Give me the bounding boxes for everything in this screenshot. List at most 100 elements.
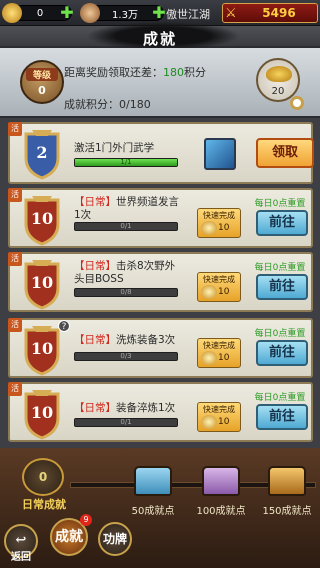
ingot-value: 0 (36, 7, 44, 19)
task-progress-bar: 1/1 (74, 158, 178, 167)
task-description: 洗炼装备3次 (116, 334, 176, 346)
progress-text: 0/1 (120, 222, 132, 230)
ingot-resource: 0 ✚ (2, 3, 75, 23)
task-text: 激活1门外门武学 (74, 142, 155, 154)
daily-achievement-badge[interactable]: 0 (22, 458, 64, 496)
task-progress-bar: 0/1 (74, 222, 178, 231)
chest-icon-150[interactable] (268, 466, 306, 496)
reset-note: 每日0点重置 (254, 263, 306, 273)
add-ingot-button[interactable]: ✚ (59, 5, 75, 21)
reward-count: 20 (271, 86, 285, 97)
progress-text: 0/8 (120, 288, 132, 296)
task-text: 【日常】洗炼装备3次 (74, 334, 184, 347)
task-text: 【日常】装备淬炼1次 (74, 402, 184, 415)
merit-tab-button[interactable]: 功牌 (98, 522, 132, 556)
next-reward-points: 180 (163, 66, 184, 79)
task-card: 活 10 ? 【日常】洗炼装备3次 0/3 快速完成 10 每日0点重置 前往 (8, 318, 313, 378)
magnifier-icon[interactable] (290, 96, 304, 110)
copper-resource: 1.3万 ✚ (80, 3, 167, 23)
rank-shield-icon: 10 (18, 388, 66, 440)
task-text: 【日常】世界频道发言1次 (74, 196, 184, 222)
rank-number: 10 (30, 209, 54, 228)
rank-label: 等级 (26, 68, 58, 81)
notification-badge: 9 (80, 514, 92, 526)
reset-note: 每日0点重置 (254, 329, 306, 339)
claim-button[interactable]: 领取 (256, 138, 314, 168)
rank-number: 10 (30, 339, 54, 358)
quick-complete-label: 快速完成 (203, 341, 235, 350)
progress-text: 0/3 (120, 352, 132, 360)
gold-ingot-icon (2, 3, 22, 23)
gold-ingot-icon (201, 415, 217, 429)
go-button[interactable]: 前往 (256, 210, 308, 236)
next-reward-text: 距离奖励领取还差：180积分 (64, 64, 206, 80)
martial-art-item-icon[interactable] (204, 138, 236, 170)
task-tag: 【日常】 (74, 260, 116, 272)
back-label: 返回 (11, 552, 31, 563)
daily-achievement-label: 日常成就 (22, 498, 66, 511)
next-reward-prefix: 距离奖励领取还差： (64, 66, 163, 79)
copper-value: 1.3万 (112, 9, 138, 21)
gold-ingot-icon (201, 351, 217, 365)
rank-number: 10 (30, 273, 54, 292)
task-card: 活 10 【日常】装备淬炼1次 0/1 快速完成 10 每日0点重置 前往 (8, 382, 313, 442)
rank-shield-icon: 10 (18, 194, 66, 246)
chest-label-150: 150成就点 (262, 506, 312, 517)
quick-complete-button[interactable]: 快速完成 10 (197, 272, 241, 302)
quick-complete-button[interactable]: 快速完成 10 (197, 402, 241, 432)
rank-value: 0 (38, 84, 46, 97)
task-card: 活 10 【日常】世界频道发言1次 0/1 快速完成 10 每日0点重置 前往 (8, 188, 313, 248)
combat-power[interactable]: ⚔ 5496 (222, 3, 318, 23)
task-progress-bar: 0/1 (74, 418, 178, 427)
rank-shield-icon: 10 (18, 258, 66, 310)
quick-complete-cost: 10 (218, 353, 230, 363)
server-name: 傲世江湖 (166, 8, 210, 21)
progress-text: 1/1 (120, 158, 132, 166)
task-tag: 【日常】 (74, 334, 116, 346)
task-card: 活 10 【日常】击杀8次野外头目BOSS 0/8 快速完成 10 每日0点重置… (8, 252, 313, 312)
page-title: 成就 (142, 30, 177, 48)
quick-complete-label: 快速完成 (203, 211, 235, 220)
chest-icon-100[interactable] (202, 466, 240, 496)
task-card: 活 2 激活1门外门武学 1/1 领取 (8, 122, 314, 184)
achievement-score: 成就积分：0/180 (64, 98, 151, 111)
gold-ingot-icon (266, 66, 292, 82)
chest-icon-50[interactable] (134, 466, 172, 496)
reset-note: 每日0点重置 (254, 199, 306, 209)
rank-shield-icon: 2 (18, 128, 66, 180)
add-copper-button[interactable]: ✚ (151, 5, 167, 21)
next-reward-suffix: 积分 (184, 66, 206, 79)
back-arrow-icon: ↩ (15, 533, 27, 548)
go-button[interactable]: 前往 (256, 274, 308, 300)
gold-ingot-icon (201, 221, 217, 235)
chest-label-50: 50成就点 (131, 506, 175, 517)
go-button[interactable]: 前往 (256, 404, 308, 430)
power-value: 5496 (262, 6, 296, 20)
quick-complete-button[interactable]: 快速完成 10 (197, 208, 241, 238)
quick-complete-cost: 10 (218, 223, 230, 233)
progress-text: 0/1 (120, 418, 132, 426)
rank-number: 10 (30, 403, 54, 422)
gold-ingot-icon (201, 285, 217, 299)
help-icon[interactable]: ? (58, 320, 70, 332)
task-tag: 【日常】 (74, 402, 116, 414)
rank-number: 2 (36, 143, 48, 162)
rank-shield-icon: 10 (18, 324, 66, 376)
quick-complete-cost: 10 (218, 287, 230, 297)
quick-complete-button[interactable]: 快速完成 10 (197, 338, 241, 368)
copper-coin-icon (80, 3, 100, 23)
crossed-swords-icon: ⚔ (225, 6, 237, 21)
task-description: 装备淬炼1次 (116, 402, 176, 414)
quick-complete-label: 快速完成 (203, 405, 235, 414)
chest-label-100: 100成就点 (196, 506, 246, 517)
reset-note: 每日0点重置 (254, 393, 306, 403)
task-text: 【日常】击杀8次野外头目BOSS (74, 260, 184, 286)
quick-complete-cost: 10 (218, 417, 230, 427)
task-tag: 【日常】 (74, 196, 116, 208)
quick-complete-label: 快速完成 (203, 275, 235, 284)
achievement-rank-coin: 等级 0 (20, 60, 64, 104)
task-progress-bar: 0/8 (74, 288, 178, 297)
next-reward-preview[interactable]: 20 (256, 58, 300, 102)
task-progress-bar: 0/3 (74, 352, 178, 361)
go-button[interactable]: 前往 (256, 340, 308, 366)
